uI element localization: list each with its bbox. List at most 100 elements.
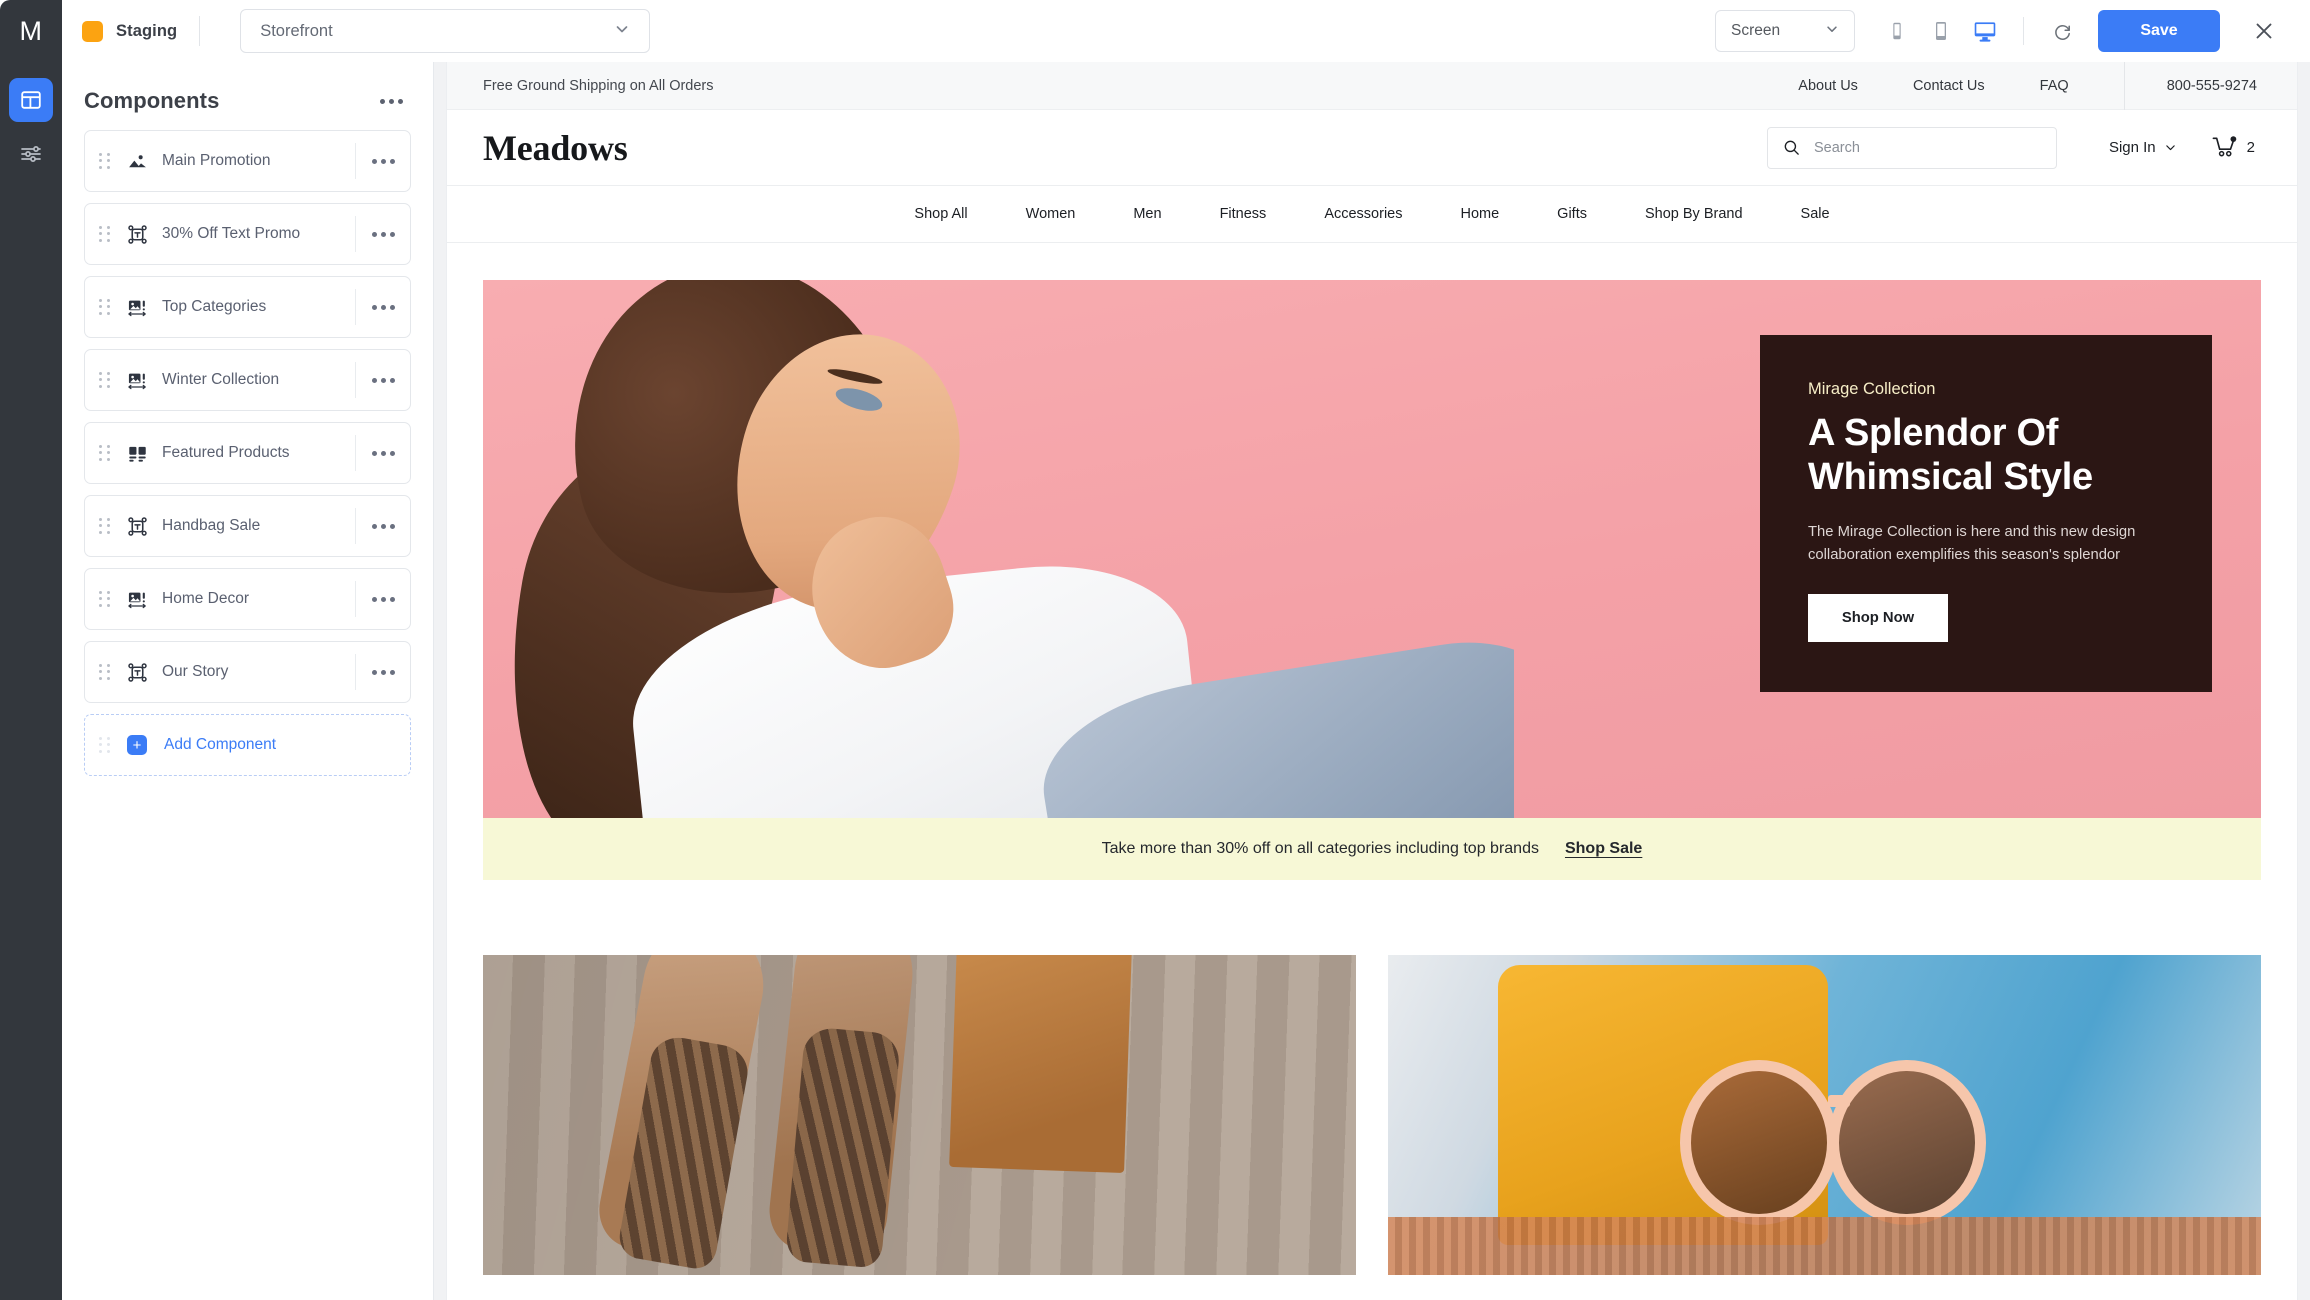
phone-number: 800-555-9274 <box>2166 77 2257 94</box>
carousel-icon <box>127 300 146 316</box>
site-nav: Shop All Women Men Fitness Accessories Home Gi… <box>447 186 2297 243</box>
app-logo[interactable]: M <box>0 0 62 62</box>
component-menu-button[interactable] <box>356 153 410 170</box>
storefront-preview: Free Ground Shipping on All Orders About… <box>447 62 2297 1300</box>
mobile-preview-button[interactable] <box>1877 11 1917 51</box>
nav-link-men[interactable]: Men <box>1104 206 1190 222</box>
toolbar-divider <box>2023 17 2024 45</box>
refresh-preview-button[interactable] <box>2042 11 2082 51</box>
cart-icon <box>2212 136 2236 157</box>
drag-handle-icon[interactable] <box>99 298 111 316</box>
nav-link-shop-all[interactable]: Shop All <box>885 206 996 222</box>
nav-link-women[interactable]: Women <box>997 206 1105 222</box>
component-row[interactable]: Featured Products <box>84 422 411 484</box>
text-block-icon <box>127 224 147 244</box>
site-logo[interactable]: Meadows <box>483 127 628 169</box>
component-row[interactable]: Winter Collection <box>84 349 411 411</box>
drag-handle-icon[interactable] <box>99 444 111 462</box>
sign-in-menu[interactable]: Sign In <box>2109 139 2177 156</box>
utility-link-about-us[interactable]: About Us <box>1798 78 1858 94</box>
add-component-button[interactable]: + Add Component <box>84 714 411 776</box>
tile-shape <box>1388 1217 2261 1275</box>
component-menu-button[interactable] <box>356 372 410 389</box>
component-menu-button[interactable] <box>356 518 410 535</box>
component-label: Winter Collection <box>162 371 280 388</box>
screen-size-select[interactable]: Screen <box>1715 10 1855 52</box>
grid-icon <box>128 446 146 462</box>
text-block-icon <box>127 662 147 682</box>
component-row[interactable]: Handbag Sale <box>84 495 411 557</box>
component-menu-button[interactable] <box>356 299 410 316</box>
drag-handle-icon[interactable] <box>99 225 111 243</box>
plus-icon: + <box>125 735 149 755</box>
hero-eyebrow: Mirage Collection <box>1808 380 1936 398</box>
utility-link-faq[interactable]: FAQ <box>2040 78 2069 94</box>
cart-count: 2 <box>2246 139 2255 156</box>
component-label: 30% Off Text Promo <box>162 225 301 242</box>
component-row[interactable]: Our Story <box>84 641 411 703</box>
site-utility-bar: Free Ground Shipping on All Orders About… <box>447 62 2297 110</box>
hero-section: Mirage Collection A Splendor Of Whimsica… <box>447 243 2297 818</box>
promo-link-shop-sale[interactable]: Shop Sale <box>1565 840 1642 858</box>
hero-title: A Splendor Of Whimsical Style <box>1808 412 2093 499</box>
drag-handle-icon[interactable] <box>99 152 111 170</box>
boots-and-handbag-tile[interactable] <box>483 955 1356 1275</box>
component-label: Home Decor <box>162 590 249 607</box>
phone-wrap[interactable]: 800-555-9274 <box>2123 62 2297 110</box>
search-input[interactable]: Search <box>1766 126 2057 169</box>
components-panel-menu-button[interactable] <box>374 93 409 110</box>
sign-in-label: Sign In <box>2108 139 2156 156</box>
app-top-bar: M Staging Storefront Screen Save <box>0 0 2310 62</box>
component-menu-button[interactable] <box>356 226 410 243</box>
sunglasses-tile[interactable] <box>1388 955 2261 1275</box>
tile-shape <box>784 1026 902 1269</box>
sliders-icon <box>21 146 41 162</box>
carousel-icon <box>125 370 149 391</box>
tablet-preview-button[interactable] <box>1921 11 1961 51</box>
nav-link-sale[interactable]: Sale <box>1772 206 1859 222</box>
component-row[interactable]: Main Promotion <box>84 130 411 192</box>
component-menu-button[interactable] <box>356 445 410 462</box>
component-row[interactable]: Top Categories <box>84 276 411 338</box>
nav-link-shop-by-brand[interactable]: Shop By Brand <box>1616 206 1772 222</box>
component-menu-button[interactable] <box>356 591 410 608</box>
environment-indicator[interactable]: Staging <box>82 20 178 42</box>
drag-handle-icon[interactable] <box>99 590 111 608</box>
nav-link-accessories[interactable]: Accessories <box>1295 206 1431 222</box>
component-row[interactable]: 30% Off Text Promo <box>84 203 411 265</box>
shipping-message: Free Ground Shipping on All Orders <box>483 77 714 94</box>
desktop-preview-button[interactable] <box>1965 11 2005 51</box>
hero-cta-button[interactable]: Shop Now <box>1808 594 1948 643</box>
rail-item-layout[interactable] <box>9 78 53 122</box>
device-preview-group <box>1877 11 2005 51</box>
nav-link-gifts[interactable]: Gifts <box>1528 206 1616 222</box>
nav-link-home[interactable]: Home <box>1431 206 1528 222</box>
tile-shape <box>949 955 1132 1173</box>
component-menu-button[interactable] <box>356 664 410 681</box>
add-component-label: Add Component <box>164 736 277 753</box>
store-select[interactable]: Storefront <box>240 9 651 53</box>
drag-handle-icon[interactable] <box>99 517 111 535</box>
carousel-icon <box>125 589 149 610</box>
tile-shape <box>1680 1060 1838 1225</box>
carousel-icon <box>125 297 149 318</box>
tile-shape <box>1828 1095 1850 1107</box>
nav-link-fitness[interactable]: Fitness <box>1191 206 1296 222</box>
rail-item-settings[interactable] <box>9 132 53 176</box>
utility-link-contact-us[interactable]: Contact Us <box>1913 78 1985 94</box>
component-row[interactable]: Home Decor <box>84 568 411 630</box>
environment-label: Staging <box>116 21 178 40</box>
component-label: Handbag Sale <box>162 517 261 534</box>
cart-button[interactable]: 2 <box>2211 134 2255 161</box>
top-bar-actions: Screen Save <box>1715 10 2310 52</box>
site-masthead: Meadows Search Sign In 2 <box>447 110 2297 186</box>
drag-handle-icon[interactable] <box>99 663 111 681</box>
close-editor-button[interactable] <box>2244 11 2284 51</box>
utility-links: About Us Contact Us FAQ 800-555-9274 <box>1798 62 2297 110</box>
save-button[interactable]: Save <box>2098 10 2220 52</box>
component-label: Top Categories <box>162 298 267 315</box>
component-label: Main Promotion <box>162 152 271 169</box>
hero-banner[interactable]: Mirage Collection A Splendor Of Whimsica… <box>483 280 2261 818</box>
app-logo-letter: M <box>19 15 43 46</box>
drag-handle-icon[interactable] <box>99 371 111 389</box>
